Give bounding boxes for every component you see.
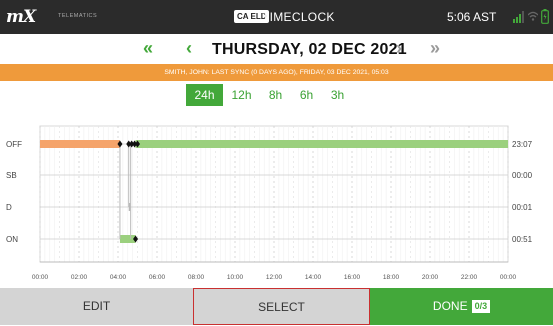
x-tick-label: 04:00 [110, 274, 127, 281]
previous-week-button[interactable]: « [143, 38, 153, 58]
status-clock: 5:06 AST [447, 10, 497, 24]
status-label-sb: SB [6, 171, 17, 180]
status-segment-off [40, 140, 120, 148]
select-button[interactable]: SELECT [193, 288, 370, 325]
tab-12h[interactable]: 12h [223, 84, 260, 106]
x-tick-label: 20:00 [422, 274, 439, 281]
battery-icon [541, 9, 549, 24]
status-total-sb: 00:00 [512, 171, 533, 180]
status-total-on: 00:51 [512, 235, 533, 244]
tab-3h[interactable]: 3h [322, 84, 353, 106]
app-bar: mX TELEMATICS CA ELD TIMECLOCK 5:06 AST [0, 0, 553, 34]
date-navigation: « ‹ THURSDAY, 02 DEC 2021 › » [0, 34, 553, 64]
status-label-on: ON [6, 235, 18, 244]
wifi-icon [528, 11, 538, 21]
signal-icon [513, 11, 524, 23]
status-label-off: OFF [6, 140, 22, 149]
done-button-label: DONE [432, 299, 468, 313]
x-tick-label: 06:00 [149, 274, 166, 281]
x-tick-label: 14:00 [305, 274, 322, 281]
x-tick-label: 00:00 [500, 274, 517, 281]
x-tick-label: 10:00 [227, 274, 244, 281]
status-total-off: 23:07 [512, 140, 533, 149]
next-day-button[interactable]: › [396, 38, 402, 58]
select-button-label: SELECT [258, 300, 305, 314]
tab-8h[interactable]: 8h [260, 84, 291, 106]
status-total-d: 00:01 [512, 203, 533, 212]
app-title: TIMECLOCK [262, 10, 335, 24]
app-logo: mX [6, 7, 36, 27]
duty-status-chart[interactable]: OFF 23:07 SB 00:00 D 00:01 ON 00:51 00:00 02:00 04… [0, 118, 553, 286]
x-tick-label: 18:00 [383, 274, 400, 281]
action-bar: EDIT SELECT DONE 0/3 [0, 288, 553, 325]
status-label-d: D [6, 203, 12, 212]
next-week-button[interactable]: » [430, 38, 440, 58]
x-tick-label: 00:00 [32, 274, 49, 281]
logo-subtitle: TELEMATICS [58, 13, 98, 19]
previous-day-button[interactable]: ‹ [186, 38, 192, 58]
current-date: THURSDAY, 02 DEC 2021 [212, 41, 407, 58]
x-tick-label: 02:00 [71, 274, 88, 281]
x-tick-label: 22:00 [461, 274, 478, 281]
done-count-badge: 0/3 [471, 300, 491, 313]
x-tick-label: 08:00 [188, 274, 205, 281]
tab-24h[interactable]: 24h [186, 84, 223, 106]
x-tick-label: 16:00 [344, 274, 361, 281]
done-button[interactable]: DONE 0/3 [370, 288, 553, 325]
edit-button-label: EDIT [82, 299, 111, 313]
tab-6h[interactable]: 6h [291, 84, 322, 106]
status-segment-off [135, 140, 509, 148]
x-tick-label: 12:00 [266, 274, 283, 281]
sync-status-bar: SMITH, JOHN: LAST SYNC (0 DAYS AGO), FRI… [0, 64, 553, 81]
edit-button[interactable]: EDIT [0, 288, 193, 325]
